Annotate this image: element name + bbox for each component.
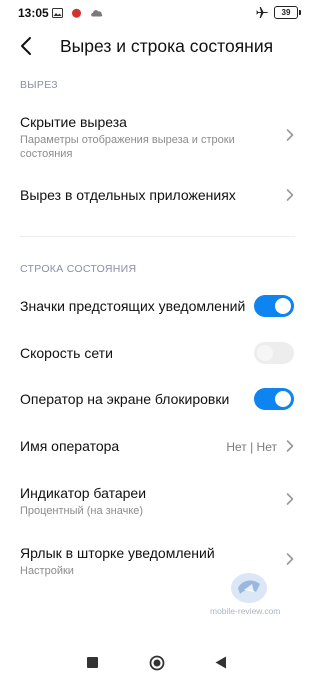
toggle-knob [257, 345, 273, 361]
page-title: Вырез и строка состояния [60, 36, 274, 56]
back-button[interactable] [215, 656, 227, 669]
shade-shortcut-title: Ярлык в шторке уведомлений [20, 545, 215, 561]
lockscreen-operator-label: Оператор на экране блокировки [20, 391, 230, 407]
cloud-icon [91, 10, 103, 17]
operator-name-label: Имя оператора [20, 438, 120, 454]
battery-indicator-item[interactable]: Индикатор батареи Процентный (на значке) [0, 477, 315, 521]
lockscreen-operator-toggle[interactable] [254, 388, 294, 410]
notch-apps-item[interactable]: Вырез в отдельных приложениях [0, 176, 315, 216]
status-time: 13:05 [18, 6, 49, 20]
toggle-row-network-speed: Скорость сети [0, 337, 315, 371]
status-bar: 13:05 39 [0, 0, 315, 26]
header: Вырез и строка состояния [0, 30, 315, 64]
toggle-knob [275, 298, 291, 314]
upcoming-notifications-label: Значки предстоящих уведомлений [20, 298, 246, 314]
upcoming-notifications-toggle[interactable] [254, 295, 294, 317]
network-speed-label: Скорость сети [20, 345, 113, 361]
chevron-right-icon [286, 440, 294, 452]
chevron-right-icon [286, 189, 294, 201]
battery-level: 39 [281, 8, 291, 17]
battery-indicator-title: Индикатор батареи [20, 485, 147, 501]
operator-name-value: Нет | Нет [226, 440, 277, 454]
navigation-bar [0, 640, 315, 683]
battery-icon: 39 [274, 6, 301, 19]
back-arrow-icon[interactable] [16, 35, 38, 57]
section-heading-notch: ВЫРЕЗ [20, 79, 58, 91]
battery-indicator-subtitle: Процентный (на значке) [20, 505, 144, 517]
section-divider [20, 236, 295, 237]
chevron-right-icon [286, 129, 294, 141]
notch-hiding-item[interactable]: Скрытие выреза Параметры отображения выр… [0, 104, 315, 164]
toggle-row-upcoming-notifications: Значки предстоящих уведомлений [0, 290, 315, 324]
tomato-icon [72, 8, 81, 18]
recent-apps-button[interactable] [87, 657, 98, 668]
notch-apps-title: Вырез в отдельных приложениях [20, 187, 236, 203]
notch-hiding-subtitle: Параметры отображения выреза и строки со… [20, 134, 235, 160]
toggle-knob [275, 391, 291, 407]
watermark-logo [231, 573, 267, 603]
watermark-text: mobile-review.com [210, 606, 281, 616]
section-heading-status-bar: СТРОКА СОСТОЯНИЯ [20, 263, 137, 275]
network-speed-toggle[interactable] [254, 342, 294, 364]
operator-name-item[interactable]: Имя оператора Нет | Нет [0, 430, 315, 464]
home-button[interactable] [149, 655, 165, 671]
chevron-right-icon [286, 553, 294, 565]
toggle-row-lockscreen-operator: Оператор на экране блокировки [0, 383, 315, 417]
chevron-right-icon [286, 493, 294, 505]
image-icon [52, 7, 63, 18]
notch-hiding-title: Скрытие выреза [20, 114, 127, 130]
airplane-icon [256, 6, 268, 19]
